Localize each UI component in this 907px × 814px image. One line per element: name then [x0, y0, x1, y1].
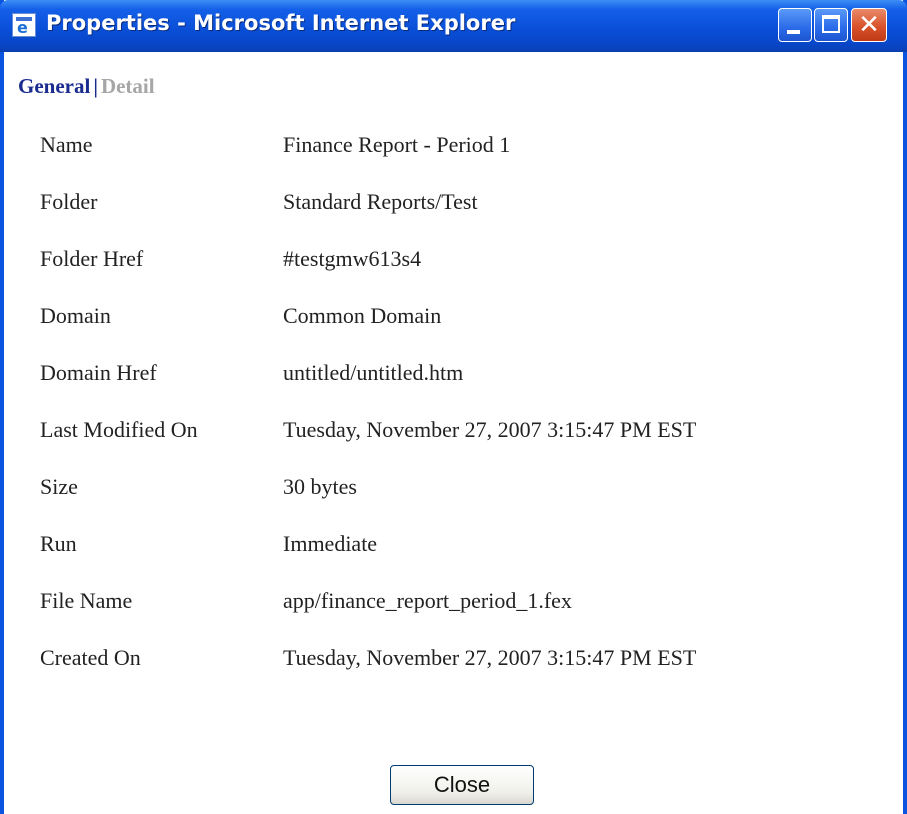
properties-window: Properties - Microsoft Internet Explorer… [0, 0, 907, 814]
title-bar[interactable]: Properties - Microsoft Internet Explorer… [0, 0, 907, 52]
property-label: Created On [40, 645, 141, 670]
maximize-icon[interactable] [814, 8, 848, 42]
property-value: app/finance_report_period_1.fex [283, 588, 572, 613]
property-value: Standard Reports/Test [283, 189, 478, 214]
close-icon[interactable]: ✕ [851, 8, 887, 42]
property-label: Run [40, 531, 77, 556]
window-title: Properties - Microsoft Internet Explorer [46, 11, 516, 35]
property-value: Tuesday, November 27, 2007 3:15:47 PM ES… [283, 417, 697, 442]
property-value: 30 bytes [283, 474, 357, 499]
tab-bar: General | Detail [18, 74, 155, 99]
tab-separator: | [93, 74, 98, 98]
property-value: Tuesday, November 27, 2007 3:15:47 PM ES… [283, 645, 697, 670]
ie-page-icon [12, 13, 36, 37]
property-label: Size [40, 474, 78, 499]
tab-general[interactable]: General [18, 74, 90, 98]
property-label: Folder Href [40, 246, 144, 271]
property-label: Last Modified On [40, 417, 198, 442]
minimize-icon[interactable] [778, 8, 812, 42]
tab-detail[interactable]: Detail [101, 74, 155, 98]
property-value: untitled/untitled.htm [283, 360, 464, 385]
property-label: Domain Href [40, 360, 157, 385]
property-label: Folder [40, 189, 98, 214]
property-value: Immediate [283, 531, 378, 556]
close-button[interactable]: Close [390, 765, 534, 805]
property-value: #testgmw613s4 [283, 246, 422, 271]
property-value: Finance Report - Period 1 [283, 132, 511, 157]
property-label: Domain [40, 303, 111, 328]
property-label: Name [40, 132, 93, 157]
property-label: File Name [40, 588, 133, 613]
property-value: Common Domain [283, 303, 442, 328]
